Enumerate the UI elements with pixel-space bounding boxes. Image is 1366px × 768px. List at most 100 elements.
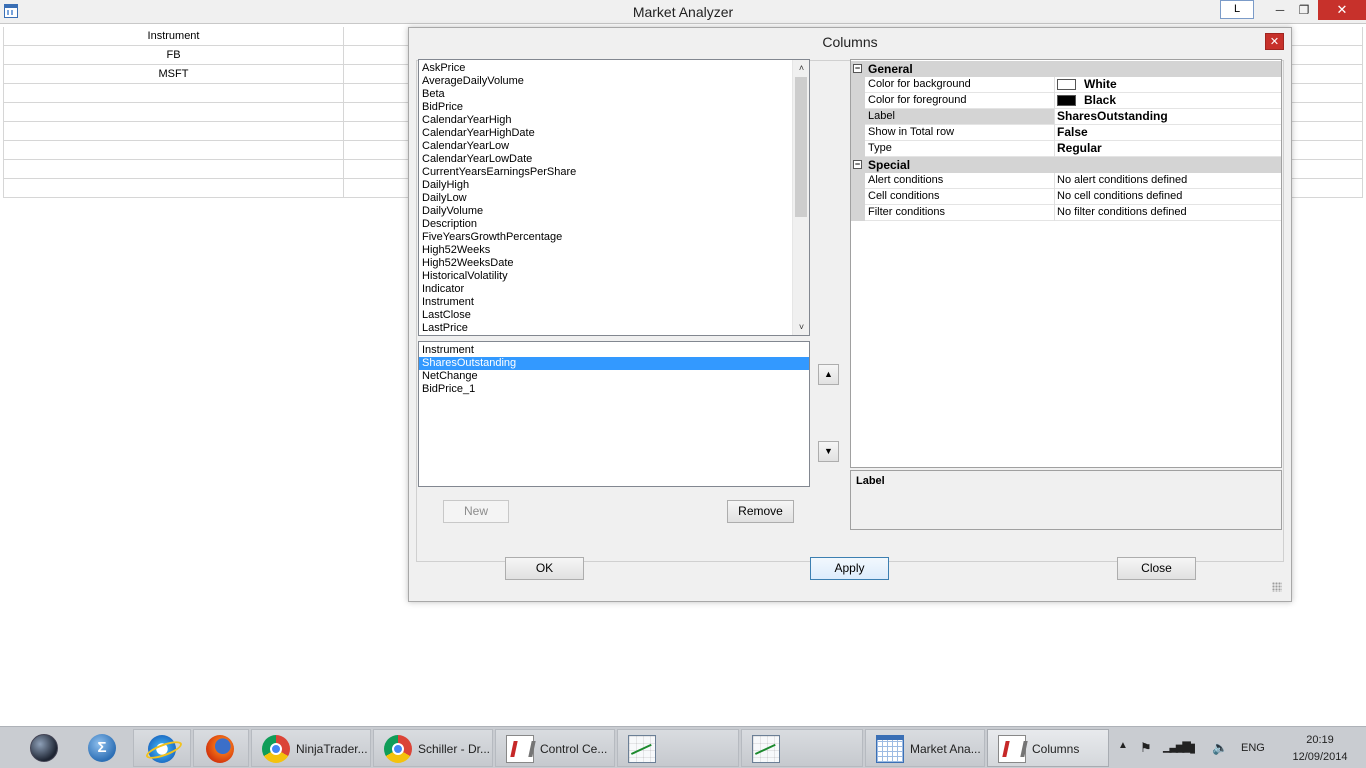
window-titlebar: Market Analyzer L ─ ❐ ✕ [0,0,1366,24]
collapse-icon[interactable]: − [853,64,862,73]
list-item[interactable]: CurrentYearsEarningsPerShare [419,166,791,179]
list-item[interactable]: CalendarYearHighDate [419,127,791,140]
signal-icon[interactable]: ▁▃▅▇ [1163,740,1191,753]
instrument-cell[interactable]: FB [3,44,344,65]
clock-date[interactable]: 12/09/2014 [1283,751,1357,763]
property-filter-conditions[interactable]: Filter conditions No filter conditions d… [851,205,1281,221]
tray-overflow-icon[interactable]: ▲ [1118,740,1128,751]
taskbar-item-columns[interactable]: Columns [987,729,1109,767]
close-button[interactable]: ✕ [1318,0,1366,20]
list-item[interactable]: DailyLow [419,192,791,205]
column-separator [1054,125,1055,141]
category-general[interactable]: − General [851,61,1281,77]
available-columns-list[interactable]: AskPrice AverageDailyVolume Beta BidPrice Ca… [418,59,810,336]
list-item[interactable]: FiveYearsGrowthPercentage [419,231,791,244]
list-item[interactable]: High52WeeksDate [419,257,791,270]
flag-icon[interactable]: ⚑ [1140,740,1152,756]
property-value[interactable]: SharesOutstanding [1057,109,1168,124]
column-header-instrument[interactable]: Instrument [3,27,344,46]
new-button[interactable]: New [443,500,509,523]
language-indicator[interactable]: ENG [1241,742,1265,754]
list-item[interactable]: Instrument [419,344,809,357]
property-value[interactable]: No filter conditions defined [1057,205,1187,220]
taskbar-item-sigma[interactable]: Σ [78,729,126,767]
list-item[interactable]: CalendarYearHigh [419,114,791,127]
list-item[interactable]: CalendarYearLow [419,140,791,153]
property-value[interactable]: Regular [1057,141,1102,156]
scroll-up-icon[interactable]: ˄ [793,60,809,76]
list-item[interactable]: AverageDailyVolume [419,75,791,88]
property-label[interactable]: Label SharesOutstanding [851,109,1281,125]
list-item[interactable]: Beta [419,88,791,101]
list-item[interactable]: LastPrice [419,322,791,335]
scroll-down-icon[interactable]: ˅ [793,319,809,335]
list-item[interactable]: High52Weeks [419,244,791,257]
move-up-button[interactable]: ▲ [818,364,839,385]
property-value[interactable]: No cell conditions defined [1057,189,1182,204]
dialog-close-button[interactable]: ✕ [1265,33,1284,50]
link-button[interactable]: L [1220,0,1254,19]
row-gutter [851,77,865,93]
instrument-cell[interactable] [3,120,344,141]
list-item[interactable]: NetChange [419,370,809,383]
list-item[interactable]: CalendarYearLowDate [419,153,791,166]
market-analyzer-icon [876,735,904,763]
instrument-cell[interactable] [3,177,344,198]
list-item[interactable]: BidPrice_1 [419,383,809,396]
resize-grip-icon[interactable] [1272,582,1282,592]
list-item[interactable]: SharesOutstanding [419,357,809,370]
list-item[interactable]: Description [419,218,791,231]
category-special[interactable]: − Special [851,157,1281,173]
ok-button[interactable]: OK [505,557,584,580]
list-item[interactable]: AskPrice [419,62,791,75]
property-value[interactable]: False [1057,125,1088,140]
property-alert-conditions[interactable]: Alert conditions No alert conditions def… [851,173,1281,189]
volume-icon[interactable]: 🔈 [1212,740,1228,756]
taskbar-label: Market Ana... [910,742,981,756]
property-type[interactable]: Type Regular [851,141,1281,157]
taskbar-item-firefox[interactable] [193,729,249,767]
close-dialog-button[interactable]: Close [1117,557,1196,580]
list-item[interactable]: BidPrice [419,101,791,114]
list-item[interactable]: DailyVolume [419,205,791,218]
list-item[interactable]: Indicator [419,283,791,296]
instrument-cell[interactable] [3,158,344,179]
selected-columns-list[interactable]: Instrument SharesOutstanding NetChange BidP… [418,341,810,487]
property-cell-conditions[interactable]: Cell conditions No cell conditions defin… [851,189,1281,205]
collapse-icon[interactable]: − [853,160,862,169]
clock-time[interactable]: 20:19 [1288,734,1352,746]
dialog-title: Columns [822,34,878,50]
taskbar-item-control-center[interactable]: Control Ce... [495,729,615,767]
taskbar-item-chart-2[interactable] [741,729,863,767]
list-item[interactable]: Instrument [419,296,791,309]
property-color-background[interactable]: Color for background White [851,77,1281,93]
taskbar-item-chart-1[interactable] [617,729,739,767]
instrument-cell[interactable]: MSFT [3,63,344,84]
ninjatrader-icon [998,735,1026,763]
property-color-foreground[interactable]: Color for foreground Black [851,93,1281,109]
remove-button[interactable]: Remove [727,500,794,523]
instrument-cell[interactable] [3,82,344,103]
vertical-scrollbar[interactable]: ˄ ˅ [792,60,809,335]
property-show-in-total-row[interactable]: Show in Total row False [851,125,1281,141]
property-value[interactable]: No alert conditions defined [1057,173,1187,188]
taskbar-item-globe[interactable] [20,729,68,767]
instrument-cell[interactable] [3,139,344,160]
restore-button[interactable]: ❐ [1290,0,1318,20]
column-separator [1054,173,1055,189]
taskbar-item-chrome-schiller[interactable]: Schiller - Dr... [373,729,493,767]
scrollbar-thumb[interactable] [795,77,807,217]
taskbar-item-internet-explorer[interactable] [133,729,191,767]
list-item[interactable]: HistoricalVolatility [419,270,791,283]
apply-button[interactable]: Apply [810,557,889,580]
firefox-icon [206,735,234,763]
property-key: Cell conditions [868,190,940,202]
instrument-cell[interactable] [3,101,344,122]
list-item[interactable]: DailyHigh [419,179,791,192]
taskbar-item-chrome-ninjatrader[interactable]: NinjaTrader... [251,729,371,767]
move-down-button[interactable]: ▼ [818,441,839,462]
property-value-text: Black [1084,93,1117,107]
list-item[interactable]: LastClose [419,309,791,322]
taskbar-item-market-analyzer[interactable]: Market Ana... [865,729,985,767]
battery-icon[interactable]: ▮ [1189,740,1196,756]
